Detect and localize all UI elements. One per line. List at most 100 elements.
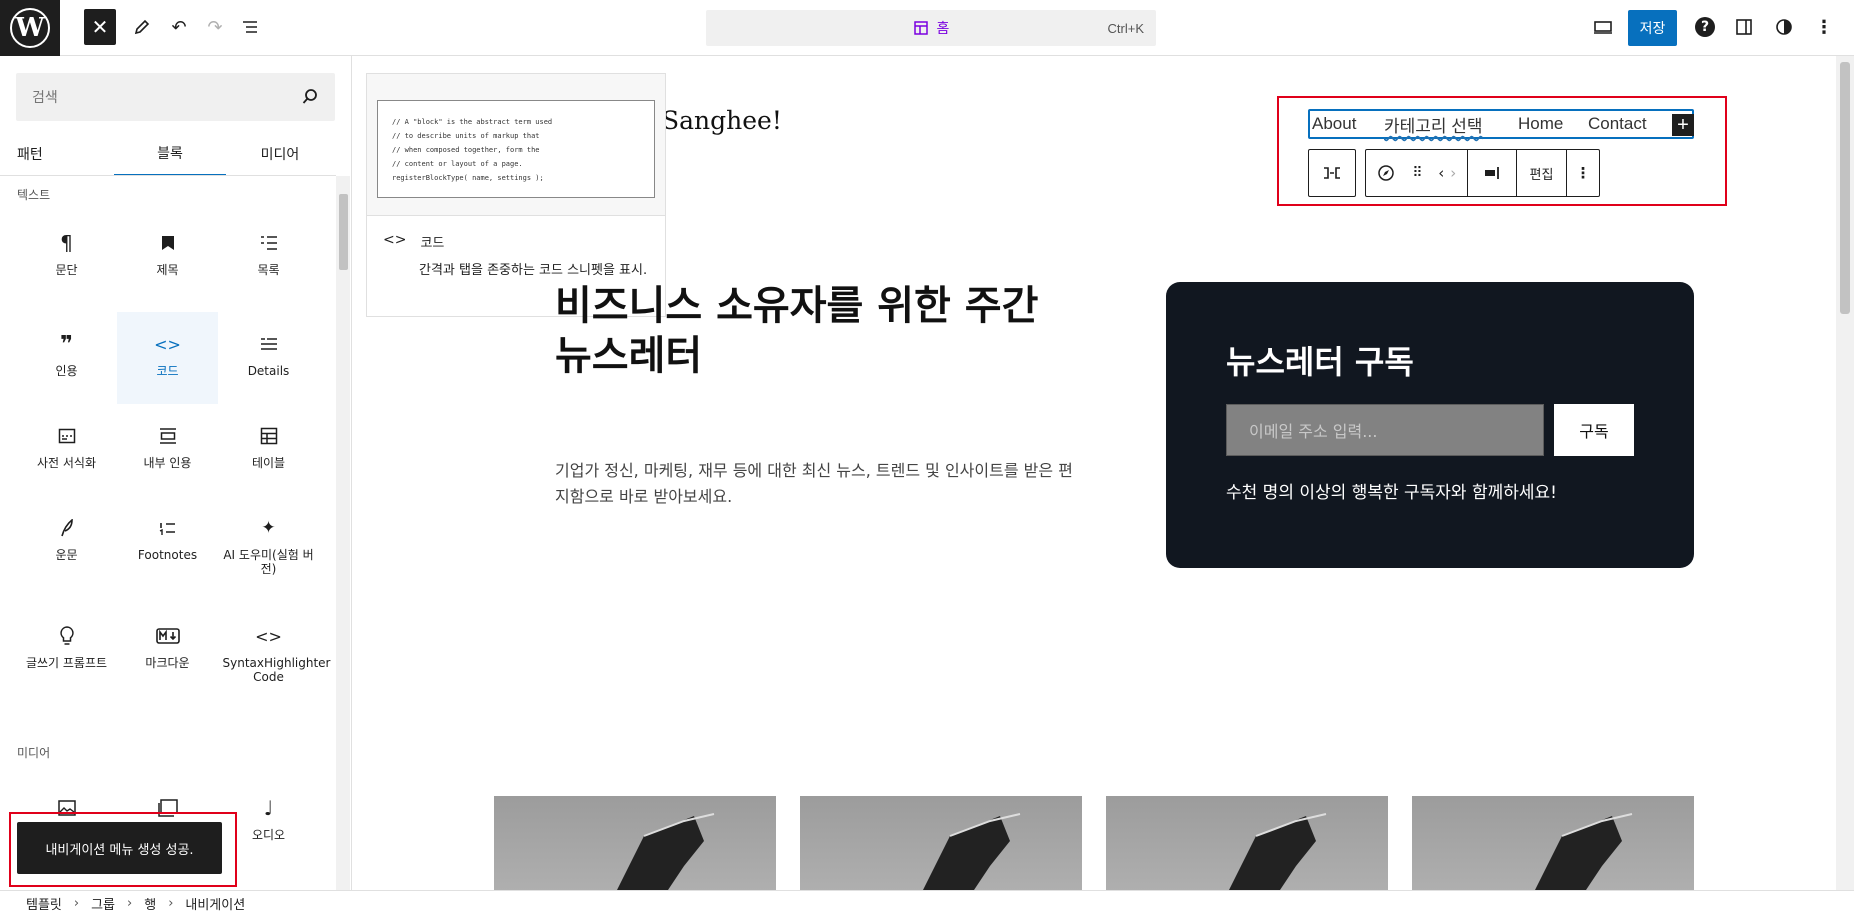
page-title: 홈 [936, 21, 950, 37]
highlight-box-snackbar [9, 812, 237, 887]
code-icon: <> [383, 232, 407, 248]
styles-button[interactable] [1767, 10, 1801, 44]
tab-patterns[interactable]: 패턴 [17, 132, 43, 176]
block-table[interactable]: 테이블 [218, 404, 319, 496]
block-list[interactable]: 목록 [218, 211, 319, 301]
site-title[interactable]: Sanghee! [662, 106, 782, 135]
command-center[interactable]: 홈 Ctrl+K [706, 10, 1156, 46]
block-verse[interactable]: 운문 [16, 496, 117, 604]
block-footnotes[interactable]: Footnotes [117, 496, 218, 604]
breadcrumb-item-navigation: 내비게이션 [185, 897, 246, 913]
preview-device-button[interactable] [1586, 10, 1620, 44]
more-vertical-icon: ⋮ [1815, 16, 1833, 38]
options-menu-button[interactable]: ⋮ [1807, 10, 1841, 44]
pullquote-icon [158, 424, 178, 448]
undo-icon: ↶ [171, 16, 187, 38]
newsletter-card: 뉴스레터 구독 이메일 주소 입력... 구독 수천 명의 이상의 행복한 구독… [1166, 282, 1694, 568]
search-input[interactable]: 검색 [32, 87, 301, 107]
chevron-right-icon: › [168, 895, 174, 911]
list-view-icon [243, 21, 257, 33]
code-icon: <> [154, 334, 181, 354]
code-sample: // A "block" is the abstract term used//… [377, 100, 655, 198]
block-pullquote[interactable]: 내부 인용 [117, 404, 218, 496]
photo-placeholder [1229, 813, 1327, 890]
heading-icon [161, 231, 175, 255]
hero-text[interactable]: 기업가 정신, 마케팅, 재무 등에 대한 최신 뉴스, 트렌드 및 인사이트를… [555, 458, 1075, 510]
audio-icon: ♩ [263, 796, 274, 820]
breadcrumb-item-template[interactable]: 템플릿 [26, 894, 62, 913]
desktop-icon [1594, 21, 1612, 34]
search-icon [302, 89, 317, 104]
canvas-scrollbar[interactable] [1836, 56, 1854, 890]
pencil-icon [134, 19, 150, 35]
email-input[interactable]: 이메일 주소 입력... [1226, 404, 1544, 456]
block-markdown[interactable]: 마크다운 [117, 604, 218, 712]
code-preview-area: // A "block" is the abstract term used//… [367, 74, 665, 216]
subscribe-button[interactable]: 구독 [1554, 404, 1634, 456]
breadcrumb-item-row[interactable]: 행 [144, 894, 156, 913]
canvas-scroll-thumb[interactable] [1840, 62, 1850, 314]
edit-tool-button[interactable] [125, 10, 159, 44]
top-toolbar: W ✕ ↶ ↷ 홈 Ctrl+K 저장 ? ⋮ [0, 0, 1854, 56]
gallery-image[interactable] [1412, 796, 1694, 890]
block-preformatted[interactable]: 사전 서식화 [16, 404, 117, 496]
list-icon [259, 231, 279, 255]
settings-sidebar-button[interactable] [1727, 10, 1761, 44]
details-icon [259, 332, 279, 356]
redo-icon: ↷ [207, 16, 223, 38]
photo-placeholder [1535, 813, 1633, 890]
chevron-right-icon: › [127, 895, 133, 911]
footnotes-icon [159, 516, 177, 540]
close-inserter-button[interactable]: ✕ [84, 9, 116, 45]
block-paragraph[interactable]: ¶ 문단 [16, 211, 117, 301]
gallery-image[interactable] [494, 796, 776, 890]
category-text-label: 텍스트 [17, 188, 51, 202]
lightbulb-icon [59, 624, 74, 648]
tab-blocks[interactable]: 블록 [114, 132, 226, 176]
block-search-field[interactable]: 검색 [16, 73, 335, 121]
block-syntaxhighlighter[interactable]: <> SyntaxHighlighter Code [218, 604, 331, 712]
preview-block-description: 간격과 탭을 존중하는 코드 스니펫을 표시. [419, 263, 648, 278]
gallery-image[interactable] [800, 796, 1082, 890]
markdown-icon [155, 624, 180, 648]
help-icon: ? [1695, 17, 1715, 37]
ai-sparkle-icon: ✦ [261, 518, 276, 538]
chevron-right-icon: › [73, 895, 80, 911]
block-inserter-panel: 검색 패턴 블록 미디어 텍스트 ¶ 문단 제목 목록 ❞ 인용 <> 코드 D… [0, 56, 352, 890]
block-quote[interactable]: ❞ 인용 [16, 312, 117, 404]
quote-icon: ❞ [60, 331, 73, 357]
highlight-box-navigation [1277, 96, 1727, 206]
code-icon: <> [255, 626, 282, 646]
preview-block-name: 코드 [420, 236, 445, 251]
sidebar-scroll-thumb[interactable] [339, 194, 348, 270]
verse-icon [60, 516, 74, 540]
document-overview-button[interactable] [234, 10, 268, 44]
block-code[interactable]: <> 코드 [117, 312, 218, 404]
photo-placeholder [617, 813, 715, 890]
block-writing-prompt[interactable]: 글쓰기 프롬프트 [16, 604, 117, 712]
sidebar-toggle-icon [1736, 19, 1752, 35]
newsletter-note[interactable]: 수천 명의 이상의 행복한 구독자와 함께하세요! [1226, 478, 1557, 503]
block-heading[interactable]: 제목 [117, 211, 218, 301]
newsletter-title[interactable]: 뉴스레터 구독 [1226, 337, 1414, 383]
breadcrumb: 템플릿 › 그룹 › 행 › 내비게이션 [0, 890, 1854, 915]
redo-button[interactable]: ↷ [198, 10, 232, 44]
photo-placeholder [923, 813, 1021, 890]
tab-media[interactable]: 미디어 [224, 132, 336, 176]
table-icon [260, 424, 278, 448]
category-media-label: 미디어 [17, 746, 51, 760]
sidebar-scrollbar[interactable] [336, 176, 350, 890]
preformatted-icon [58, 424, 76, 448]
breadcrumb-item-group[interactable]: 그룹 [91, 894, 115, 913]
gallery-image[interactable] [1106, 796, 1388, 890]
block-ai-assistant[interactable]: ✦ AI 도우미(실험 버전) [218, 496, 319, 604]
help-button[interactable]: ? [1688, 10, 1722, 44]
tab-divider [0, 175, 336, 176]
wordpress-logo-button[interactable]: W [0, 0, 60, 56]
save-button[interactable]: 저장 [1628, 10, 1677, 46]
hero-heading[interactable]: 비즈니스 소유자를 위한 주간 뉴스레터 [555, 281, 1075, 381]
template-icon [913, 21, 928, 35]
contrast-icon [1776, 19, 1792, 35]
undo-button[interactable]: ↶ [162, 10, 196, 44]
block-details[interactable]: Details [218, 312, 319, 404]
